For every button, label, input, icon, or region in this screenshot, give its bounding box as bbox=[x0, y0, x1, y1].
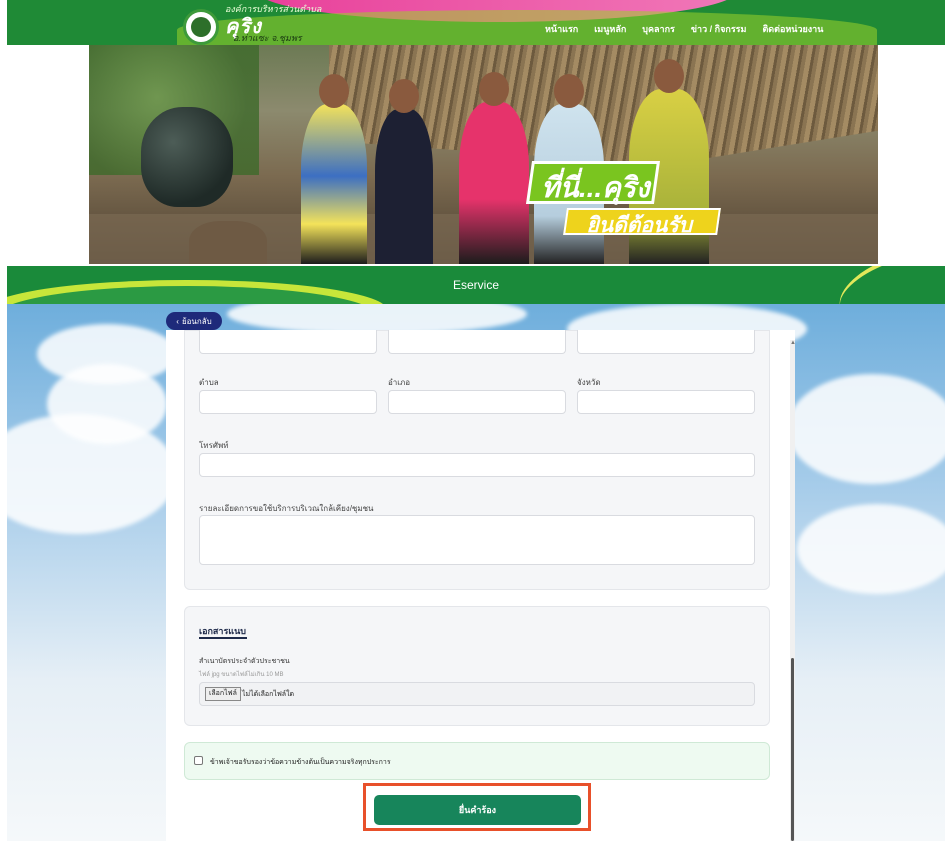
phone-input[interactable] bbox=[199, 453, 755, 477]
details-textarea[interactable] bbox=[199, 515, 755, 565]
welcome-subbanner: ยินดีต้อนรับ bbox=[563, 208, 721, 237]
title-underline bbox=[199, 637, 247, 639]
phone-label: โทรศัพท์ bbox=[199, 441, 229, 450]
eservice-bar: Eservice bbox=[7, 266, 945, 304]
scroll-up-icon[interactable]: ▲ bbox=[790, 340, 796, 346]
submit-button[interactable]: ยื่นคำร้อง bbox=[374, 795, 581, 825]
hero-banner: ที่นี่...คุริง ยินดีต้อนรับ bbox=[89, 45, 878, 264]
file-hint: ไฟล์ jpg ขนาดไฟล์ไม่เกิน 10 MB bbox=[199, 672, 284, 678]
chevron-left-icon: ‹ bbox=[176, 316, 179, 326]
hero-person bbox=[375, 79, 433, 264]
back-button[interactable]: ‹ ย้อนกลับ bbox=[166, 312, 222, 330]
org-logo-icon[interactable] bbox=[183, 9, 219, 45]
nav-home[interactable]: หน้าแรก bbox=[545, 22, 578, 36]
id-card-label: สำเนาบัตรประจำตัวประชาชน bbox=[199, 658, 290, 665]
main-nav: หน้าแรก เมนูหลัก บุคลากร ข่าว / กิจกรรม … bbox=[545, 22, 823, 36]
subdistrict-label: ตำบล bbox=[199, 378, 219, 387]
cloud bbox=[47, 364, 167, 444]
nav-personnel[interactable]: บุคลากร bbox=[642, 22, 675, 36]
district-label: อำเภอ bbox=[388, 378, 411, 387]
cloud bbox=[797, 504, 945, 594]
brand-location: อ.ท่าแซะ จ.ชุมพร bbox=[233, 33, 302, 43]
details-label: รายละเอียดการขอใช้บริการบริเวณใกล้เคียง/… bbox=[199, 504, 374, 513]
scrollbar[interactable] bbox=[790, 340, 795, 841]
nav-news[interactable]: ข่าว / กิจกรรม bbox=[691, 22, 747, 36]
province-input[interactable] bbox=[577, 390, 755, 414]
hero-person bbox=[459, 72, 529, 264]
scrollbar-thumb[interactable] bbox=[791, 658, 794, 841]
address-field-partial[interactable] bbox=[388, 330, 566, 354]
confirm-checkbox[interactable] bbox=[194, 756, 203, 765]
cloud bbox=[787, 374, 945, 484]
province-label: จังหวัด bbox=[577, 378, 601, 387]
nav-main-menu[interactable]: เมนูหลัก bbox=[594, 22, 626, 36]
site-header: องค์การบริหารส่วนตำบล คุริง อ.ท่าแซะ จ.ช… bbox=[7, 0, 945, 45]
attachments-title: เอกสารแนบ bbox=[199, 626, 246, 636]
no-file-text: ไม่ได้เลือกไฟล์ใด bbox=[242, 691, 295, 698]
address-field-partial[interactable] bbox=[577, 330, 755, 354]
hero-person bbox=[301, 74, 367, 264]
hero-clay-pot bbox=[189, 221, 267, 264]
nav-contact[interactable]: ติดต่อหน่วยงาน bbox=[762, 22, 823, 36]
confirm-label[interactable]: ข้าพเจ้าขอรับรองว่าข้อความข้างต้นเป็นควา… bbox=[210, 757, 391, 768]
hero-water-jar bbox=[141, 107, 233, 207]
eservice-title: Eservice bbox=[452, 278, 499, 292]
subdistrict-input[interactable] bbox=[199, 390, 377, 414]
address-field-partial[interactable] bbox=[199, 330, 377, 354]
welcome-banner: ที่นี่...คุริง bbox=[525, 161, 661, 204]
district-input[interactable] bbox=[388, 390, 566, 414]
choose-file-button[interactable]: เลือกไฟล์ bbox=[205, 687, 241, 701]
